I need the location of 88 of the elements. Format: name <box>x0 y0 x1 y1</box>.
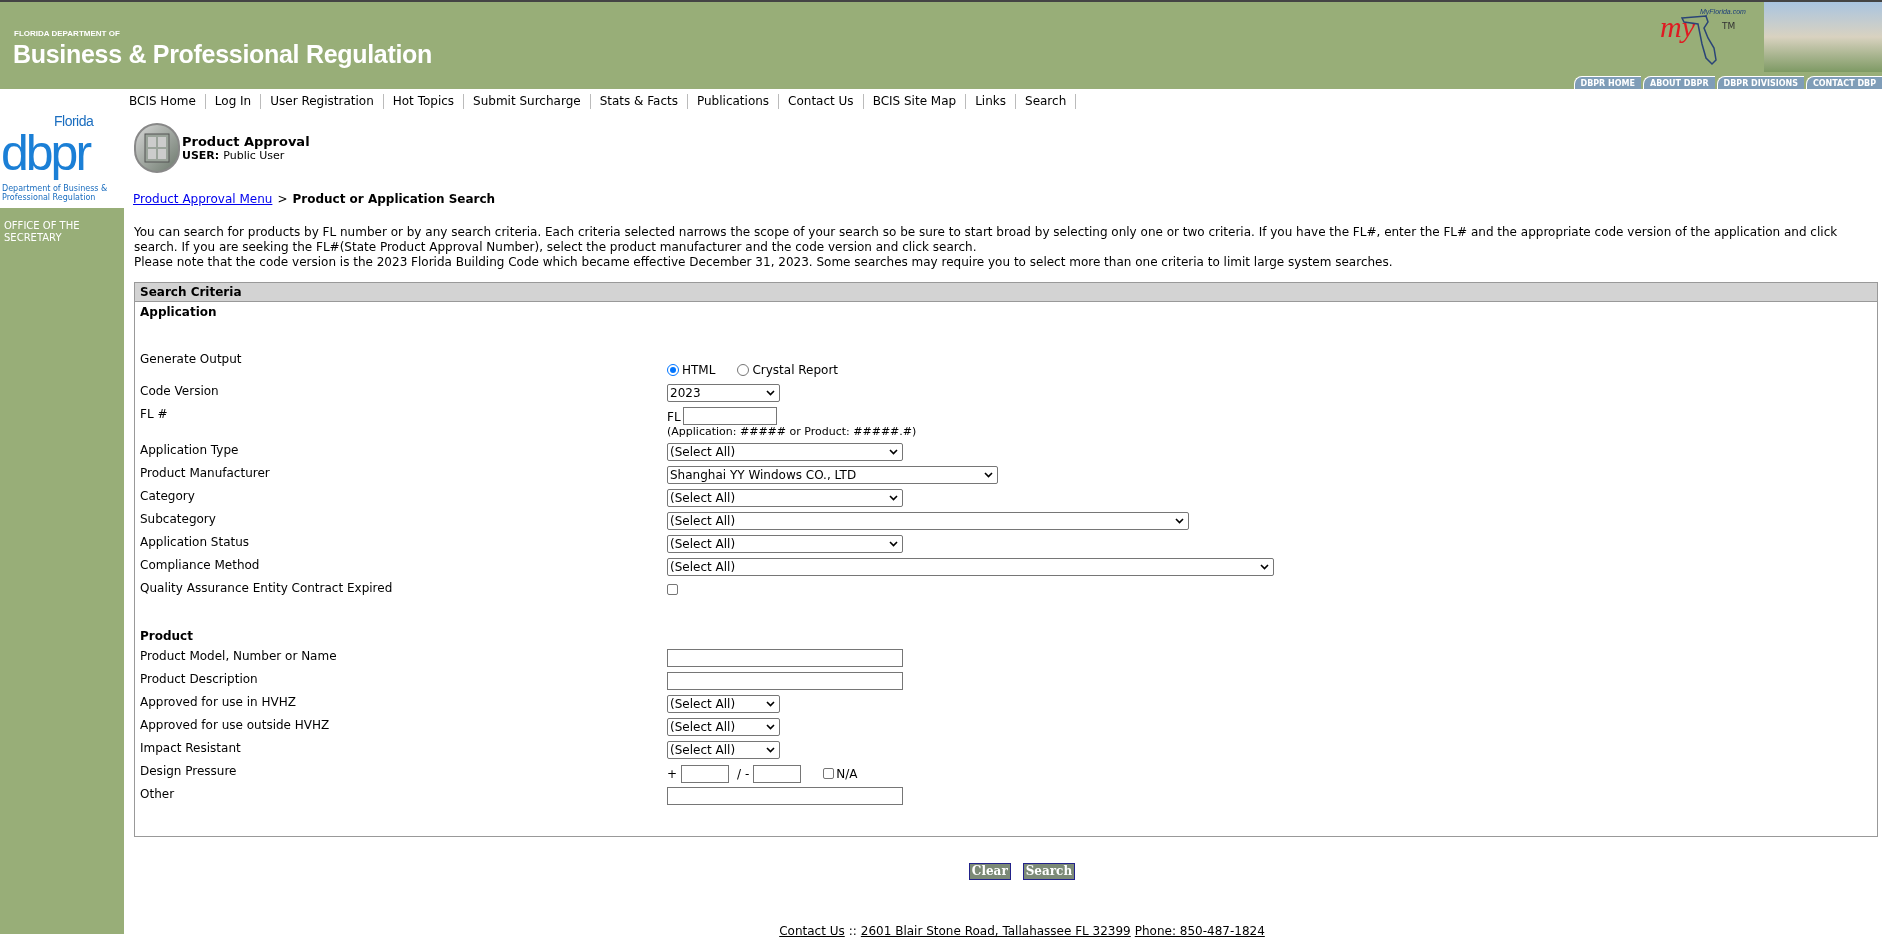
logo-caption: Department of Business & Professional Regulation <box>2 184 109 202</box>
nav-link[interactable]: Links <box>966 93 1016 109</box>
agency-title: Business & Professional Regulation <box>13 42 433 67</box>
breadcrumb-link[interactable]: Product Approval Menu <box>133 190 273 208</box>
field-label: Application Type <box>140 442 240 459</box>
nav-link[interactable]: BCIS Home <box>120 93 206 109</box>
field-label: Approved for use in HVHZ <box>140 694 297 711</box>
nav-link[interactable]: Contact Us <box>779 93 864 109</box>
window-icon <box>134 123 180 173</box>
checkbox[interactable] <box>667 584 678 595</box>
dropdown-field[interactable]: (Select All) <box>667 489 903 507</box>
section-title: Product <box>139 629 194 644</box>
dropdown-field[interactable]: (Select All) <box>667 535 903 553</box>
chevron-down-icon <box>766 747 775 753</box>
plus-sign: + <box>667 765 678 783</box>
field-label: Subcategory <box>140 511 217 528</box>
nav-link[interactable]: BCIS Site Map <box>863 93 967 109</box>
form-button[interactable]: Clear <box>968 863 1011 880</box>
nav-link[interactable]: Hot Topics <box>383 93 465 109</box>
footer-separator: :: <box>848 923 857 940</box>
field-hint: (Application: ##### or Product: #####.#) <box>667 425 917 439</box>
breadcrumb-current: Product or Application Search <box>292 191 496 208</box>
breadcrumb-separator: > <box>277 191 288 208</box>
nav-link[interactable]: Stats & Facts <box>590 93 688 109</box>
address-link[interactable]: 2601 Blair Stone Road, Tallahassee FL 32399 <box>860 922 1131 940</box>
field-label: FL # <box>140 406 169 423</box>
chevron-down-icon <box>889 449 898 455</box>
nav-link[interactable]: Log In <box>205 93 262 109</box>
section-title: Application <box>139 305 218 320</box>
field-label: Product Model, Number or Name <box>140 648 338 665</box>
text-input-field[interactable] <box>682 407 777 425</box>
myflorida-logo-text: my <box>1660 12 1695 42</box>
field-label: Impact Resistant <box>140 740 242 757</box>
text-input-field[interactable] <box>667 649 903 667</box>
field-label: Design Pressure <box>140 763 238 780</box>
field-label: Application Status <box>140 534 251 551</box>
logo-letters: dbpr <box>1 125 90 182</box>
nav-link[interactable]: User Registration <box>261 93 384 109</box>
dropdown-field[interactable]: (Select All) <box>667 512 1189 530</box>
field-label: Quality Assurance Entity Contract Expired <box>140 580 394 597</box>
phone-link[interactable]: Phone: 850-487-1824 <box>1134 922 1265 940</box>
form-button[interactable]: Search <box>1022 863 1076 880</box>
field-label: Compliance Method <box>140 557 261 574</box>
chevron-down-icon <box>766 390 775 396</box>
dropdown-field[interactable]: 2023 <box>667 384 780 402</box>
intro-paragraph: You can search for products by FL number or by any search criteria. Each criteria selected narrows the scope of your search so be sure to start broad by selecting only one or two criteria. If you have the FL#, enter the FL# and the appropriate code version of the application and click search. If you are seeking the FL#(State Product Approval Number), select the product manufacturer and the code version and click search. <box>134 225 1839 255</box>
chevron-down-icon <box>889 541 898 547</box>
panel-title: Search Criteria <box>135 283 1877 302</box>
radio-label: HTML <box>682 362 716 379</box>
chevron-down-icon <box>1175 518 1184 524</box>
text-input-field[interactable] <box>667 787 903 805</box>
dropdown-field[interactable]: (Select All) <box>667 443 903 461</box>
app-title: Product Approval <box>182 134 310 149</box>
intro-paragraph: Please note that the code version is the 2023 Florida Building Code which became effective December 31, 2023. Some searches may require you to select more than one criteria to limit large system searches. <box>134 255 1394 270</box>
field-label: Product Manufacturer <box>140 465 271 482</box>
text-input-field[interactable] <box>681 764 730 783</box>
agency-subtitle: FLORIDA DEPARTMENT OF <box>14 30 120 38</box>
radio-label: Crystal Report <box>752 362 839 379</box>
text-input-field[interactable] <box>753 764 802 783</box>
field-label: Approved for use outside HVHZ <box>140 717 331 734</box>
field-label: Product Description <box>140 671 259 688</box>
chevron-down-icon <box>889 495 898 501</box>
dropdown-field[interactable]: (Select All) <box>667 558 1274 576</box>
field-prefix: FL <box>667 410 681 425</box>
nav-link[interactable]: Publications <box>687 93 780 109</box>
dropdown-field[interactable]: (Select All) <box>667 741 780 759</box>
dropdown-field[interactable]: (Select All) <box>667 695 780 713</box>
user-label: USER: <box>182 149 220 162</box>
nav-link[interactable]: Submit Surcharge <box>464 93 591 109</box>
user-name: Public User <box>223 149 285 162</box>
chevron-down-icon <box>766 724 775 730</box>
contact-link[interactable]: Contact Us <box>779 922 845 940</box>
dropdown-field[interactable]: Shanghai YY Windows CO., LTD <box>667 466 998 484</box>
dropdown-field[interactable]: (Select All) <box>667 718 780 736</box>
checkbox[interactable] <box>823 768 835 779</box>
field-label: Generate Output <box>140 351 243 368</box>
chevron-down-icon <box>984 472 993 478</box>
logo-state-text: Florida <box>54 114 94 128</box>
nav-link[interactable]: Search <box>1016 93 1077 109</box>
field-label: Other <box>140 786 176 803</box>
text-input-field[interactable] <box>667 672 903 690</box>
trademark-label: TM <box>1722 22 1736 31</box>
chevron-down-icon <box>1260 564 1269 570</box>
field-label: Category <box>140 488 196 505</box>
field-label: Code Version <box>140 383 220 400</box>
chevron-down-icon <box>766 701 775 707</box>
checkbox-label: N/A <box>836 765 858 783</box>
minus-sign: / - <box>737 765 750 783</box>
